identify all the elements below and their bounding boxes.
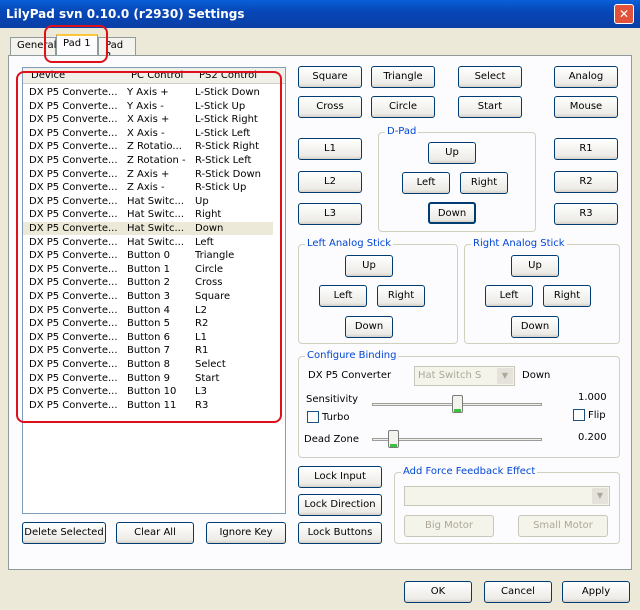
lock-direction-button[interactable]: Lock Direction <box>298 494 382 516</box>
cross-button[interactable]: Cross <box>298 96 362 118</box>
r2-button[interactable]: R2 <box>554 171 618 193</box>
sensitivity-slider[interactable] <box>451 395 463 413</box>
delete-selected-button[interactable]: Delete Selected <box>22 522 106 544</box>
dpad-group-label: D-Pad <box>385 126 419 137</box>
binding-device: DX P5 Converter <box>308 370 392 381</box>
dpad-right-button[interactable]: Right <box>460 172 508 194</box>
clear-all-button[interactable]: Clear All <box>116 522 194 544</box>
list-highlight <box>16 71 282 423</box>
turbo-label: Turbo <box>322 412 350 423</box>
right-stick-down-button[interactable]: Down <box>511 316 559 338</box>
dpad-left-button[interactable]: Left <box>402 172 450 194</box>
tab-highlight <box>44 25 108 63</box>
l2-button[interactable]: L2 <box>298 171 362 193</box>
left-analog-label: Left Analog Stick <box>305 238 394 249</box>
close-icon[interactable]: ✕ <box>614 4 634 24</box>
sensitivity-value: 1.000 <box>578 392 607 403</box>
sensitivity-label: Sensitivity <box>306 394 359 405</box>
window-title: LilyPad svn 0.10.0 (r2930) Settings <box>6 7 245 21</box>
binding-control: Down <box>522 370 551 381</box>
force-feedback-label: Add Force Feedback Effect <box>401 466 538 477</box>
lock-input-button[interactable]: Lock Input <box>298 466 382 488</box>
right-stick-left-button[interactable]: Left <box>485 285 533 307</box>
small-motor-button: Small Motor <box>518 515 608 537</box>
settings-window: LilyPad svn 0.10.0 (r2930) Settings ✕ Ge… <box>0 0 640 610</box>
lock-buttons-button[interactable]: Lock Buttons <box>298 522 382 544</box>
dpad-up-button[interactable]: Up <box>428 142 476 164</box>
triangle-button[interactable]: Triangle <box>371 66 435 88</box>
binding-combo: Hat Switch S ▼ <box>414 366 515 386</box>
right-analog-label: Right Analog Stick <box>471 238 567 249</box>
left-stick-right-button[interactable]: Right <box>377 285 425 307</box>
deadzone-slider[interactable] <box>387 430 399 448</box>
start-button[interactable]: Start <box>458 96 522 118</box>
right-stick-up-button[interactable]: Up <box>511 255 559 277</box>
turbo-checkbox[interactable] <box>307 411 319 423</box>
left-stick-up-button[interactable]: Up <box>345 255 393 277</box>
analog-button[interactable]: Analog <box>554 66 618 88</box>
l3-button[interactable]: L3 <box>298 203 362 225</box>
mouse-button[interactable]: Mouse <box>554 96 618 118</box>
chevron-down-icon: ▼ <box>592 488 608 504</box>
l1-button[interactable]: L1 <box>298 138 362 160</box>
r3-button[interactable]: R3 <box>554 203 618 225</box>
flip-label: Flip <box>588 410 606 421</box>
left-stick-down-button[interactable]: Down <box>345 316 393 338</box>
cancel-button[interactable]: Cancel <box>484 581 552 603</box>
deadzone-label: Dead Zone <box>304 434 359 445</box>
ok-button[interactable]: OK <box>404 581 472 603</box>
configure-binding-label: Configure Binding <box>305 350 399 361</box>
flip-checkbox[interactable] <box>573 409 585 421</box>
force-feedback-combo: ▼ <box>404 486 610 506</box>
dpad-down-button[interactable]: Down <box>428 202 476 224</box>
chevron-down-icon: ▼ <box>497 368 513 384</box>
select-button[interactable]: Select <box>458 66 522 88</box>
left-stick-left-button[interactable]: Left <box>319 285 367 307</box>
title-bar: LilyPad svn 0.10.0 (r2930) Settings ✕ <box>0 0 640 28</box>
r1-button[interactable]: R1 <box>554 138 618 160</box>
circle-button[interactable]: Circle <box>371 96 435 118</box>
square-button[interactable]: Square <box>298 66 362 88</box>
apply-button[interactable]: Apply <box>562 581 630 603</box>
binding-combo-value: Hat Switch S <box>418 370 482 381</box>
deadzone-value: 0.200 <box>578 432 607 443</box>
big-motor-button: Big Motor <box>404 515 494 537</box>
ignore-key-button[interactable]: Ignore Key <box>206 522 286 544</box>
right-stick-right-button[interactable]: Right <box>543 285 591 307</box>
